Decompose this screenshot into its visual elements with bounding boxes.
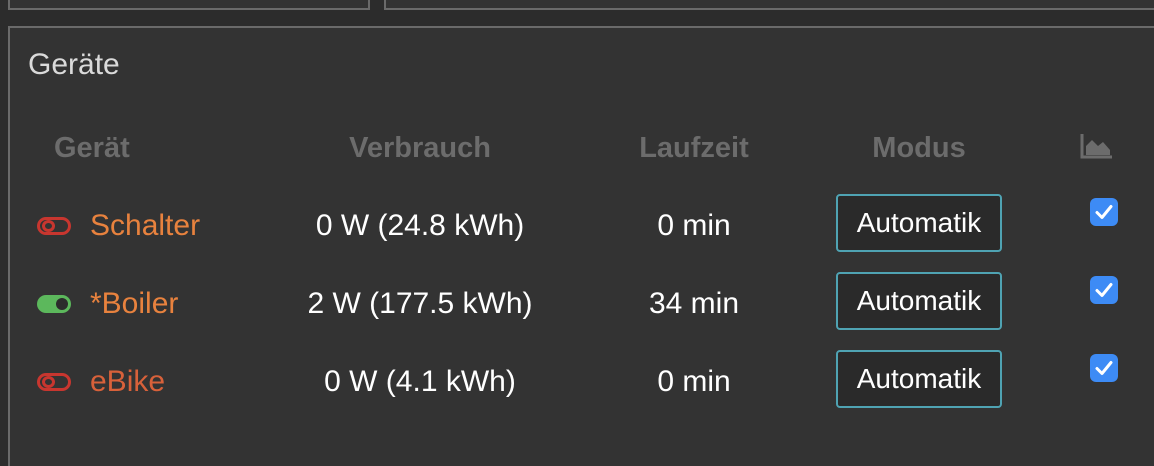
device-name[interactable]: *Boiler: [90, 287, 178, 321]
device-name[interactable]: Schalter: [90, 209, 200, 243]
chart-checkbox[interactable]: [1090, 198, 1118, 226]
device-state-toggle-icon[interactable]: [37, 295, 71, 313]
check-icon: [1095, 283, 1113, 297]
area-chart-icon: [1080, 134, 1112, 159]
device-consumption: 0 W (24.8 kWh): [315, 209, 525, 242]
device-consumption: 2 W (177.5 kWh): [307, 287, 533, 320]
device-runtime: 0 min: [657, 209, 731, 242]
header-consumption: Verbrauch: [349, 132, 491, 164]
mode-button[interactable]: Automatik: [836, 194, 1002, 252]
devices-panel: Geräte Gerät Verbrauch Laufzeit Modus Sc…: [8, 26, 1154, 466]
device-runtime: 34 min: [648, 287, 740, 320]
device-state-toggle-icon[interactable]: [37, 373, 71, 391]
panel-title: Geräte: [28, 48, 120, 81]
check-icon: [1095, 361, 1113, 375]
top-left-panel: [8, 0, 370, 10]
device-state-toggle-icon[interactable]: [37, 217, 71, 235]
top-right-panel: [384, 0, 1154, 10]
header-device: Gerät: [54, 132, 130, 164]
header-mode: Modus: [872, 132, 966, 164]
check-icon: [1095, 205, 1113, 219]
device-name[interactable]: eBike: [90, 365, 165, 399]
chart-checkbox[interactable]: [1090, 276, 1118, 304]
chart-checkbox[interactable]: [1090, 354, 1118, 382]
device-runtime: 0 min: [657, 365, 731, 398]
header-runtime: Laufzeit: [639, 132, 749, 164]
device-consumption: 0 W (4.1 kWh): [324, 365, 516, 398]
mode-button[interactable]: Automatik: [836, 350, 1002, 408]
mode-button[interactable]: Automatik: [836, 272, 1002, 330]
